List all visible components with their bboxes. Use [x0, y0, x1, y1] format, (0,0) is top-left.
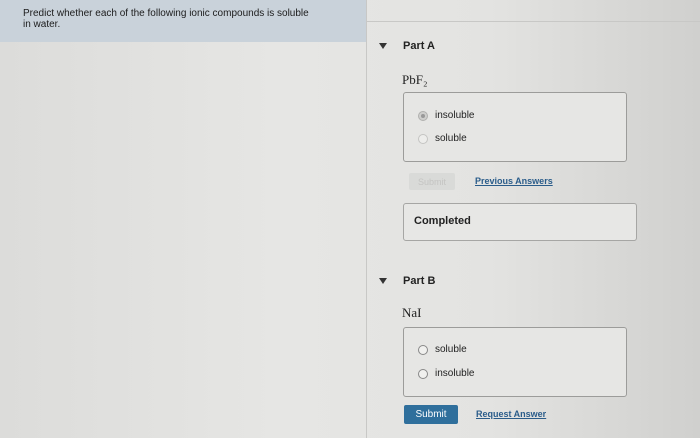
part-a-title[interactable]: Part A: [403, 40, 435, 52]
part-b-radio-soluble[interactable]: [418, 345, 428, 355]
part-b-compound: NaI: [402, 305, 422, 320]
part-a-submit-button[interactable]: Submit: [409, 173, 455, 190]
part-b-options: soluble insoluble: [403, 327, 627, 397]
completed-label: Completed: [414, 215, 471, 227]
header-divider: [366, 21, 700, 22]
part-b-option-soluble-label: soluble: [435, 344, 467, 355]
part-a-radio-soluble[interactable]: [418, 134, 428, 144]
prompt-line-1: Predict whether each of the following io…: [23, 8, 309, 19]
page: Predict whether each of the following io…: [0, 0, 700, 438]
problem-prompt: Predict whether each of the following io…: [0, 0, 366, 42]
previous-answers-link[interactable]: Previous Answers: [475, 176, 553, 186]
part-b-option-insoluble-label: insoluble: [435, 368, 475, 379]
problem-prompt-text: Predict whether each of the following io…: [23, 8, 353, 30]
part-b-collapse-icon[interactable]: [379, 278, 387, 284]
part-b-submit-button[interactable]: Submit: [404, 405, 458, 424]
part-a-option-insoluble-label: insoluble: [435, 110, 475, 121]
part-b-title[interactable]: Part B: [403, 275, 435, 287]
part-a-option-soluble-label: soluble: [435, 133, 467, 144]
prompt-line-2: in water.: [23, 19, 61, 30]
part-a-radio-insoluble[interactable]: [418, 111, 428, 121]
completed-banner: Completed: [403, 203, 637, 241]
request-answer-link[interactable]: Request Answer: [476, 409, 546, 419]
part-a-compound: PbF₂: [402, 72, 428, 87]
part-a-collapse-icon[interactable]: [379, 43, 387, 49]
panel-divider: [366, 0, 367, 438]
part-a-options: insoluble soluble: [403, 92, 627, 162]
part-b-radio-insoluble[interactable]: [418, 369, 428, 379]
